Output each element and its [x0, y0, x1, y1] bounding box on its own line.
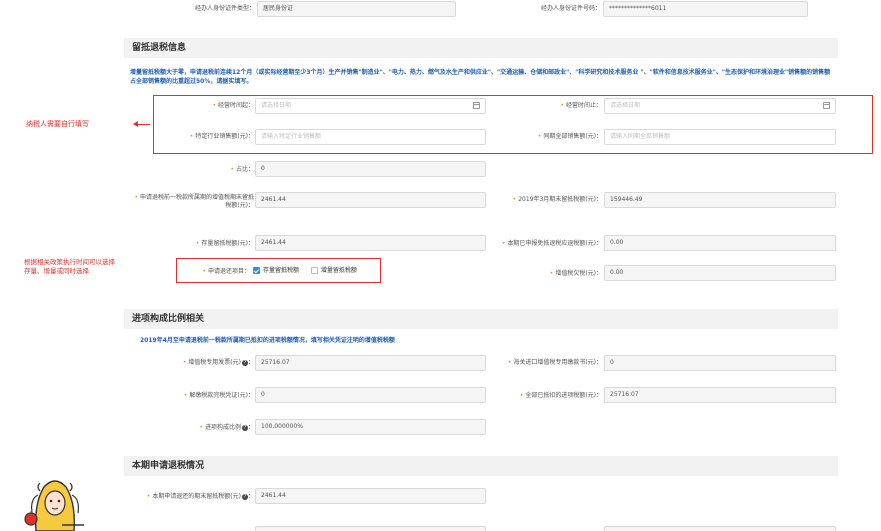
next-field-left[interactable] [255, 526, 486, 531]
agent-id-no-field[interactable]: **************6011 [603, 1, 808, 17]
ratio-field[interactable]: 0 [255, 161, 486, 177]
customs-field[interactable]: 0 [604, 355, 836, 371]
section-header-input-ratio: 进项构成比例相关 [124, 309, 838, 329]
section-header-apply: 本期申请退税情况 [124, 456, 838, 476]
end-credit-label: • 申请退税前一税款所属期的增值税期末留抵税额(元)： [134, 194, 254, 209]
calendar-icon[interactable] [473, 102, 480, 109]
section-title: 留抵退税信息 [132, 43, 187, 53]
calendar-icon[interactable] [823, 102, 830, 109]
checkbox-unchecked[interactable] [310, 267, 318, 274]
section-title: 本期申请退税情况 [132, 461, 205, 471]
all-input-label: • 全部已抵扣的进项税额(元)： [519, 392, 602, 399]
arrow-head [133, 121, 138, 127]
annotation-policy: 根据相关政策执行时间可以选择 存量、增量或同时选择 [24, 258, 115, 275]
march-credit-label: • 2019年3月期末留抵税额(元)： [512, 196, 602, 203]
total-sales-input[interactable]: 请输入同期全部销售额 [604, 129, 836, 145]
tax-receipt-label: • 解缴税款完税凭证(元)： [183, 392, 254, 399]
refund-item-options: 存量留抵税额 增量留抵税额 [253, 266, 357, 275]
agent-id-type-field[interactable]: 居民身份证 [257, 1, 456, 17]
mascot-avatar [24, 480, 84, 531]
annotation-self-fill: 纳税人需要自行填写 [26, 120, 89, 128]
period-start-label: • 经营时间起： [212, 102, 254, 109]
refund-opt-increment[interactable]: 增量留抵税额 [310, 267, 357, 274]
special-invoice-label: • 增值税专用发票(元)?： [182, 359, 254, 366]
section-header-credit-info: 留抵退税信息 [124, 38, 838, 58]
end-credit-field[interactable]: 2461.44 [255, 192, 486, 208]
section-title: 进项构成比例相关 [132, 314, 205, 324]
next-field-right[interactable] [604, 526, 836, 531]
period-start-picker[interactable]: 请选择日期 [255, 98, 486, 114]
checkbox-checked[interactable] [253, 267, 260, 274]
declared-exempt-field[interactable]: 0.00 [604, 235, 836, 251]
ratio-label: • 占比： [230, 166, 254, 173]
customs-label: • 海关进口增值税专用缴款书(元)： [507, 359, 602, 366]
credit-info-note: 增量留抵税额大于零，申请退税前连续12个月（或实际经营期至少3个月）生产并销售"… [130, 69, 831, 85]
tax-receipt-field[interactable]: 0 [255, 387, 486, 403]
industry-sales-label: • 特定行业销售额(元)： [189, 133, 254, 140]
apply-label: • 本期申请退还的期末留抵税额(元)?： [146, 493, 254, 500]
march-credit-field[interactable]: 159446.49 [604, 192, 836, 208]
apply-field[interactable]: 2461.44 [255, 488, 486, 504]
declared-exempt-label: • 本期已申报免抵退税应退税额(元)： [501, 240, 602, 247]
vat-owed-label: • 增值税欠税(元)： [549, 270, 602, 277]
input-ratio-label: • 进项构成比例?： [199, 424, 254, 431]
stock-credit-label: • 存量留抵税额(元)： [195, 240, 254, 247]
special-invoice-field[interactable]: 25716.07 [255, 355, 486, 371]
all-input-field[interactable]: 25716.07 [604, 387, 836, 403]
agent-id-no-label: 经办人身份证件号码： [540, 5, 601, 12]
industry-sales-input[interactable]: 请输入特定行业销售额 [255, 129, 486, 145]
stock-credit-field[interactable]: 2461.44 [255, 235, 486, 251]
period-end-picker[interactable]: 请选择日期 [604, 98, 836, 114]
input-ratio-field[interactable]: 100.000000% [255, 419, 486, 435]
input-ratio-note: 2019年4月至申请退税前一税款所属期已抵扣的进项税额情况，填写相关凭证注明的增… [140, 337, 395, 344]
agent-id-type-label: 经办人身份证件类型： [194, 5, 255, 12]
total-sales-label: • 同期全部销售额(元)： [537, 133, 602, 140]
arrow-left-icon [136, 124, 150, 125]
refund-item-label: • 申请退还项目： [202, 268, 250, 275]
refund-opt-stock[interactable]: 存量留抵税额 [253, 267, 299, 274]
period-end-label: • 经营时间止： [560, 102, 602, 109]
vat-owed-field[interactable]: 0.00 [604, 265, 836, 281]
